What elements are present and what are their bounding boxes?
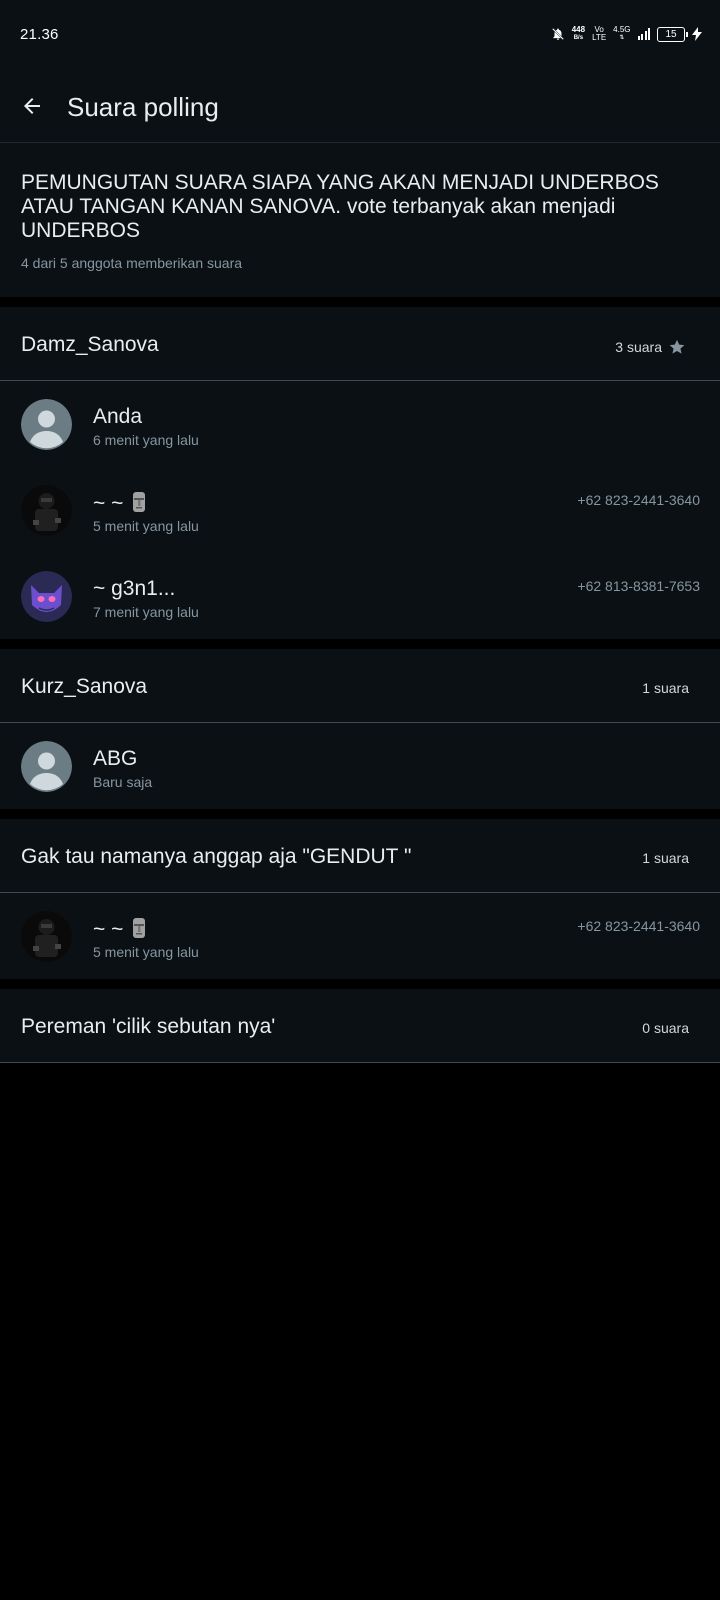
- voter-row[interactable]: ~ g3n1... 7 menit yang lalu +62 813-8381…: [0, 553, 720, 639]
- voter-time: Baru saja: [93, 774, 153, 790]
- voter-name: ~ g3n1...: [93, 577, 176, 600]
- voter-time: 7 menit yang lalu: [93, 604, 199, 620]
- signal-icon: [637, 28, 650, 40]
- poll-option-count: 3 suara: [615, 338, 686, 356]
- arrow-left-icon: [24, 98, 40, 114]
- poll-question-block: PEMUNGUTAN SUARA SIAPA YANG AKAN MENJADI…: [0, 143, 720, 297]
- voter-row[interactable]: ABG Baru saja: [0, 723, 720, 809]
- poll-option-title: Gak tau namanya anggap aja "GENDUT ": [21, 845, 412, 868]
- voter-name: ~ ~: [93, 491, 147, 516]
- moai-emoji-icon: [133, 918, 146, 938]
- poll-option-section: Pereman 'cilik sebutan nya' 0 suara: [0, 989, 720, 1063]
- avatar: [21, 911, 72, 962]
- voter-time: 6 menit yang lalu: [93, 432, 199, 448]
- voter-name: ~ ~: [93, 917, 147, 942]
- default-avatar-icon: [21, 399, 72, 450]
- status-time: 21.36: [20, 26, 59, 43]
- volte-icon: Vo LTE: [592, 25, 607, 42]
- status-bar: 21.36 448 B/s Vo LTE 4.5G ⇅ 15: [0, 0, 720, 72]
- default-avatar-icon: [21, 741, 72, 792]
- avatar: [21, 571, 72, 622]
- poll-option-section: Kurz_Sanova 1 suara ABG Baru saja: [0, 649, 720, 809]
- poll-option-header: Gak tau namanya anggap aja "GENDUT " 1 s…: [0, 819, 720, 893]
- voter-time: 5 menit yang lalu: [93, 518, 199, 534]
- net-speed: 448 B/s: [571, 25, 586, 42]
- poll-option-count: 0 suara: [642, 1020, 689, 1036]
- status-icons: 448 B/s Vo LTE 4.5G ⇅ 15: [551, 26, 702, 42]
- battery-icon: 15: [657, 26, 688, 42]
- page-title: Suara polling: [67, 92, 219, 122]
- poll-option-count: 1 suara: [642, 850, 689, 866]
- star-icon: [669, 339, 685, 354]
- voter-phone: +62 823-2441-3640: [577, 918, 700, 934]
- voter-name: Anda: [93, 405, 143, 428]
- app-bar: Suara polling: [0, 72, 720, 143]
- poll-option-section: Damz_Sanova 3 suara Anda 6 menit yang la…: [0, 307, 720, 639]
- moai-emoji-icon: [133, 492, 146, 512]
- poll-option-header: Pereman 'cilik sebutan nya' 0 suara: [0, 989, 720, 1063]
- voter-row[interactable]: Anda 6 menit yang lalu: [0, 381, 720, 467]
- poll-question: PEMUNGUTAN SUARA SIAPA YANG AKAN MENJADI…: [21, 171, 659, 242]
- voter-name: ABG: [93, 747, 138, 770]
- poll-option-header: Kurz_Sanova 1 suara: [0, 649, 720, 723]
- charging-bolt-icon: [692, 27, 702, 41]
- poll-option-section: Gak tau namanya anggap aja "GENDUT " 1 s…: [0, 819, 720, 979]
- poll-participation: 4 dari 5 anggota memberikan suara: [21, 255, 243, 271]
- poll-option-count: 1 suara: [642, 680, 689, 696]
- poll-option-title: Kurz_Sanova: [21, 675, 148, 698]
- back-button[interactable]: [18, 92, 46, 120]
- avatar: [21, 485, 72, 536]
- poll-option-title: Pereman 'cilik sebutan nya': [21, 1015, 276, 1038]
- network-type: 4.5G ⇅: [613, 25, 631, 42]
- voter-time: 5 menit yang lalu: [93, 944, 199, 960]
- voter-phone: +62 823-2441-3640: [577, 492, 700, 508]
- bell-off-icon: [551, 28, 564, 40]
- poll-option-title: Damz_Sanova: [21, 333, 159, 356]
- voter-row[interactable]: ~ ~ 5 menit yang lalu +62 823-2441-3640: [0, 467, 720, 553]
- voter-row[interactable]: ~ ~ 5 menit yang lalu +62 823-2441-3640: [0, 893, 720, 979]
- poll-option-header: Damz_Sanova 3 suara: [0, 307, 720, 381]
- voter-phone: +62 813-8381-7653: [577, 578, 700, 594]
